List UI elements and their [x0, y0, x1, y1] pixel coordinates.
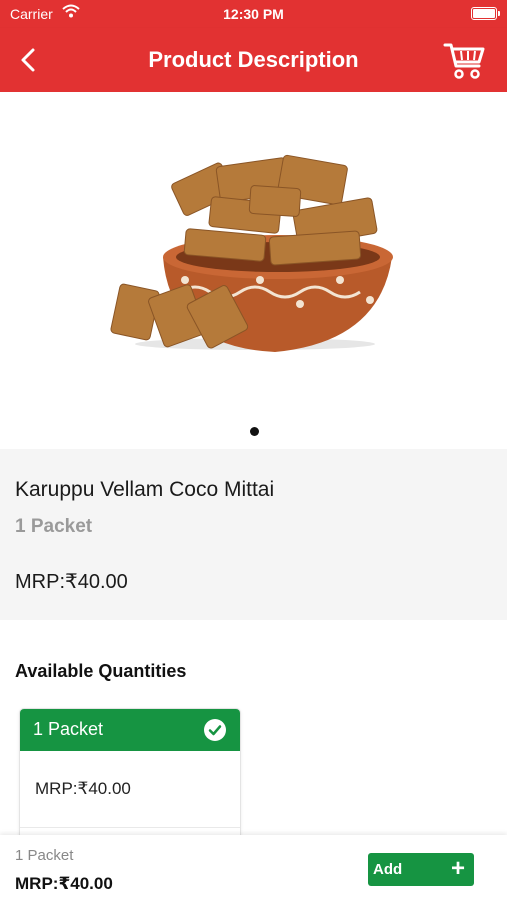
- carousel-page-indicator[interactable]: [250, 427, 259, 436]
- product-name: Karuppu Vellam Coco Mittai: [15, 478, 275, 501]
- cart-button[interactable]: [443, 40, 487, 82]
- bottom-mrp: MRP:₹40.00: [15, 874, 113, 893]
- product-info: Karuppu Vellam Coco Mittai 1 Packet MRP:…: [0, 449, 507, 620]
- available-quantities-title: Available Quantities: [15, 661, 187, 681]
- plus-icon: +: [450, 855, 465, 882]
- cart-icon: [443, 43, 485, 79]
- quantity-option-label: 1 Packet: [33, 719, 104, 739]
- divider: [20, 827, 240, 828]
- product-image: [110, 154, 393, 352]
- nav-bar: Product Description: [0, 28, 507, 92]
- status-time: 12:30 PM: [223, 6, 284, 22]
- add-button-label: Add: [373, 861, 403, 878]
- quantity-option-mrp: MRP:₹40.00: [35, 779, 131, 798]
- battery-icon: [471, 7, 500, 20]
- product-image-carousel[interactable]: [0, 92, 507, 449]
- quantity-option-header[interactable]: 1 Packet: [20, 709, 240, 751]
- add-to-cart-button[interactable]: Add +: [368, 853, 474, 886]
- bottom-cart-bar: 1 Packet MRP:₹40.00 Add +: [0, 835, 507, 900]
- quantity-option-card[interactable]: 1 Packet MRP:₹40.00: [19, 708, 241, 850]
- checkmark-circle-icon: [204, 719, 226, 741]
- page-title: Product Description: [148, 47, 359, 72]
- product-mrp: MRP:₹40.00: [15, 571, 128, 593]
- status-bar: Carrier 12:30 PM: [0, 0, 507, 28]
- product-unit: 1 Packet: [15, 516, 93, 537]
- bottom-unit: 1 Packet: [15, 847, 74, 864]
